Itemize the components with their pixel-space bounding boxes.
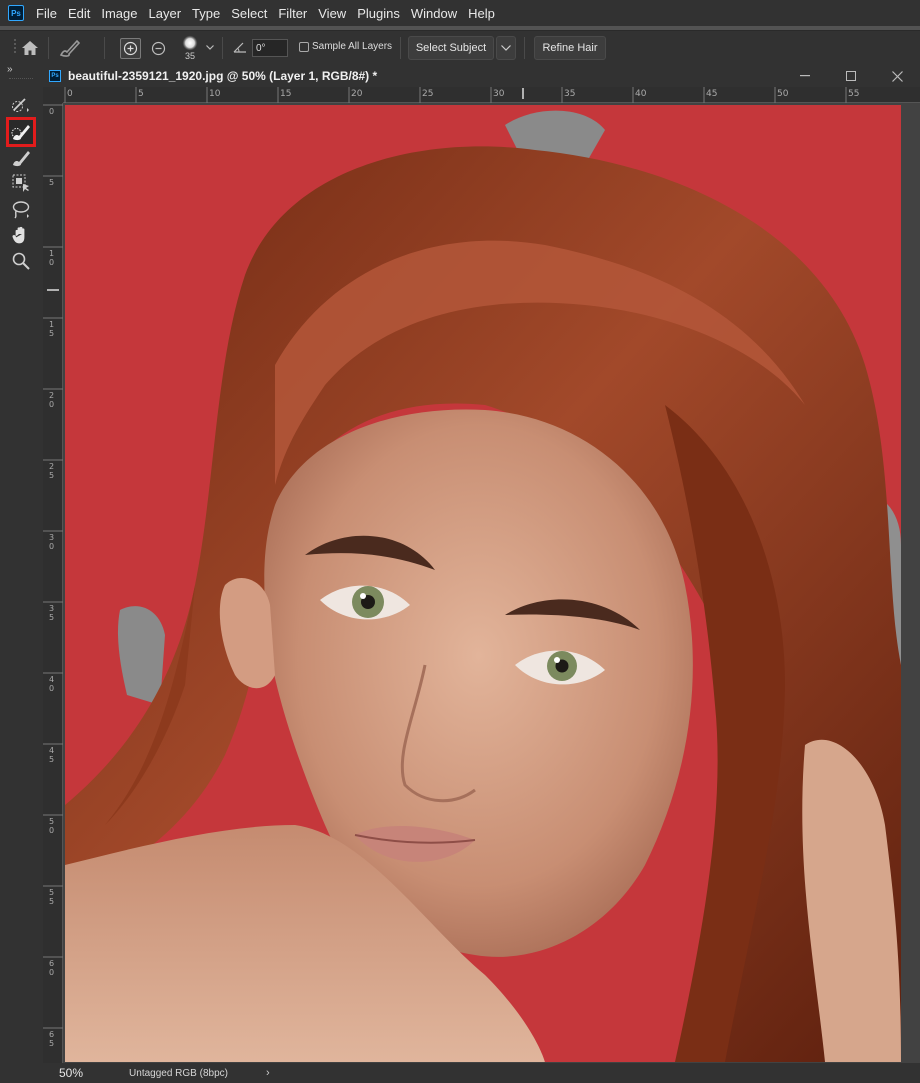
menu-select[interactable]: Select: [231, 6, 267, 21]
image-canvas[interactable]: [65, 105, 901, 1062]
ruler-label: 25: [49, 462, 55, 480]
home-icon[interactable]: [18, 36, 42, 60]
menu-filter[interactable]: Filter: [278, 6, 307, 21]
ruler-label: 45: [49, 746, 55, 764]
vertical-ruler[interactable]: 0 5 10 15 20 25 30 35 40 45 50 55 60 65: [43, 103, 63, 1063]
chevron-down-icon: [501, 45, 511, 51]
menu-bar: Ps File Edit Image Layer Type Select Fil…: [0, 0, 920, 26]
document-title: beautiful-2359121_1920.jpg @ 50% (Layer …: [68, 68, 378, 83]
options-bar: 35 0° Sample All Layers Select Subject R…: [0, 30, 920, 64]
quick-mask-brush-icon[interactable]: [6, 117, 36, 147]
photoshop-doc-icon: Ps: [49, 69, 61, 82]
ruler-label: 55: [49, 888, 55, 906]
tool-preset-picker[interactable]: [56, 36, 84, 60]
close-icon[interactable]: [888, 67, 906, 85]
ruler-label: 30: [493, 89, 505, 99]
ruler-label: 10: [209, 89, 221, 99]
ruler-label: 20: [49, 391, 55, 409]
ruler-label: 55: [848, 89, 860, 99]
add-to-selection-icon[interactable]: [120, 38, 141, 59]
ruler-label: 15: [280, 89, 292, 99]
lasso-icon[interactable]: [9, 197, 33, 221]
ruler-label: 15: [49, 320, 55, 338]
select-subject-button[interactable]: Select Subject: [408, 36, 494, 60]
brush-size-picker[interactable]: 35: [178, 33, 202, 63]
menu-type[interactable]: Type: [192, 6, 220, 21]
chevron-down-icon[interactable]: [204, 40, 216, 54]
color-profile: Untagged RGB (8bpc): [129, 1067, 228, 1079]
brush-tip-icon: [182, 35, 198, 51]
zoom-icon[interactable]: [9, 249, 33, 273]
portrait-photo: [65, 105, 901, 1062]
menu-layer[interactable]: Layer: [149, 6, 182, 21]
ruler-label: 35: [564, 89, 576, 99]
ruler-label: 40: [49, 675, 55, 693]
status-menu-arrow[interactable]: ›: [266, 1067, 270, 1079]
menu-view[interactable]: View: [318, 6, 346, 21]
menu-edit[interactable]: Edit: [68, 6, 90, 21]
brush-size-value: 35: [184, 51, 195, 61]
toolbar-grip[interactable]: [9, 78, 33, 80]
collapse-panel-icon[interactable]: »: [7, 64, 13, 75]
sample-all-layers-checkbox[interactable]: [298, 41, 310, 53]
subtract-from-selection-icon[interactable]: [148, 38, 169, 59]
menu-plugins[interactable]: Plugins: [357, 6, 400, 21]
status-bar: 50% Untagged RGB (8bpc) ›: [43, 1063, 920, 1083]
minimize-icon[interactable]: [796, 67, 814, 85]
ruler-label: 10: [49, 249, 55, 267]
hand-icon[interactable]: [9, 223, 33, 247]
ruler-label: 40: [635, 89, 647, 99]
ruler-label: 45: [706, 89, 718, 99]
ruler-label: 0: [67, 89, 73, 99]
ruler-label: 5: [49, 178, 55, 187]
ruler-label: 65: [49, 1030, 55, 1048]
ruler-label: 35: [49, 604, 55, 622]
menu-window[interactable]: Window: [411, 6, 457, 21]
ruler-origin[interactable]: [43, 87, 63, 103]
maximize-icon[interactable]: [842, 67, 860, 85]
ruler-label: 60: [49, 959, 55, 977]
document-tab[interactable]: Ps beautiful-2359121_1920.jpg @ 50% (Lay…: [43, 64, 920, 87]
horizontal-ruler[interactable]: 0 5 10 15 20 25 30 35 40 45 50 55: [63, 87, 920, 103]
photoshop-logo-icon: Ps: [8, 5, 24, 21]
ruler-label: 20: [351, 89, 363, 99]
document-window: Ps beautiful-2359121_1920.jpg @ 50% (Lay…: [43, 64, 920, 1083]
ruler-label: 0: [49, 107, 55, 116]
angle-input[interactable]: 0°: [252, 39, 288, 57]
brush-icon[interactable]: [9, 145, 33, 169]
angle-icon: [232, 39, 248, 55]
ruler-label: 50: [49, 817, 55, 835]
quick-selection-icon[interactable]: [9, 93, 33, 117]
ruler-label: 25: [422, 89, 434, 99]
sample-all-layers-label: Sample All Layers: [312, 41, 393, 52]
refine-hair-button[interactable]: Refine Hair: [534, 36, 606, 60]
menu-image[interactable]: Image: [101, 6, 137, 21]
ruler-label: 50: [777, 89, 789, 99]
ruler-ticks: [64, 87, 847, 103]
tools-panel: »: [0, 64, 43, 1083]
object-selection-icon[interactable]: [9, 171, 33, 195]
menu-file[interactable]: File: [36, 6, 57, 21]
zoom-level[interactable]: 50%: [59, 1066, 83, 1080]
menu-help[interactable]: Help: [468, 6, 495, 21]
select-subject-dropdown[interactable]: [496, 36, 516, 60]
ruler-ticks: [43, 104, 63, 1029]
ruler-label: 30: [49, 533, 55, 551]
ruler-label: 5: [138, 89, 144, 99]
